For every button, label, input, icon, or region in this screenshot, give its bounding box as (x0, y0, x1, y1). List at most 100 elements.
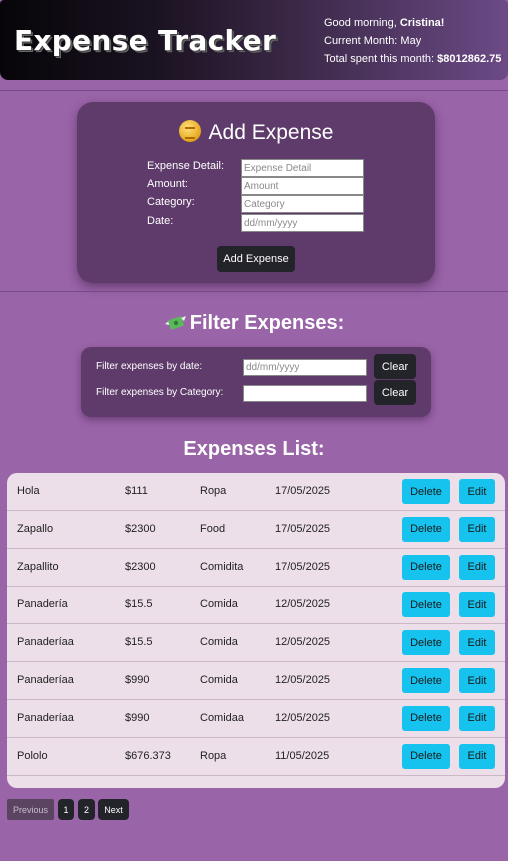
page-1-button[interactable]: 1 (58, 799, 74, 820)
user-name: Cristina! (399, 17, 445, 29)
date-label: Date: (147, 215, 174, 227)
table-row: Zapallito $2300 Comidita 17/05/2025 Delete Ed… (7, 549, 505, 587)
next-page-button[interactable]: Next (98, 799, 129, 820)
divider (0, 291, 508, 292)
expense-date: 12/05/2025 (275, 674, 331, 686)
user-summary: Good morning, Cristina! Current Month: M… (324, 14, 504, 68)
filter-category-input[interactable] (243, 385, 367, 402)
add-expense-title: Add Expense (208, 121, 334, 144)
delete-button[interactable]: Delete (402, 554, 450, 580)
expense-date: 17/05/2025 (275, 560, 331, 573)
clear-date-filter-button[interactable]: Clear (374, 354, 416, 379)
form-row-date: Date: (147, 214, 367, 232)
expenses-list-title: Expenses List: (183, 438, 325, 460)
expense-category: Ropa (200, 485, 227, 497)
amount-input[interactable] (241, 177, 364, 195)
greeting-text: Good morning, (324, 17, 400, 29)
edit-button[interactable]: Edit (459, 743, 495, 769)
expense-detail-input[interactable] (241, 159, 364, 177)
delete-button[interactable]: Delete (402, 630, 450, 656)
previous-page-button[interactable]: Previous (7, 799, 54, 820)
expense-amount: $15.5 (125, 636, 153, 649)
table-row: Panaderíaa $990 Comida 12/05/2025 Delete Edit (7, 662, 505, 700)
add-expense-button[interactable]: Add Expense (217, 246, 295, 272)
category-label: Category: (147, 196, 195, 208)
divider (0, 90, 508, 91)
edit-button[interactable]: Edit (459, 554, 495, 580)
expense-date: 12/05/2025 (275, 711, 331, 724)
add-expense-card: Add Expense Expense Detail: Amount: Cate… (77, 102, 435, 283)
expense-detail: Panaderíaa (17, 711, 74, 724)
clear-category-filter-button[interactable]: Clear (374, 380, 416, 405)
expense-amount: $2300 (125, 560, 156, 573)
date-input[interactable] (241, 214, 364, 232)
table-row: Panaderíaa $15.5 Comida 12/05/2025 Delete Edi… (7, 624, 505, 663)
edit-button[interactable]: Edit (459, 592, 495, 618)
expense-amount: $990 (125, 711, 150, 724)
expense-date: 12/05/2025 (275, 636, 331, 649)
app-title: Expense Tracker (14, 24, 277, 57)
delete-button[interactable]: Delete (402, 592, 450, 618)
expense-category: Comida (200, 674, 238, 686)
app-header: Expense Tracker Good morning, Cristina! … (0, 0, 508, 80)
expense-date: 12/05/2025 (275, 598, 331, 611)
category-input[interactable] (241, 195, 364, 213)
money-with-wings-icon (164, 316, 186, 330)
filter-heading: Filter Expenses: (0, 312, 508, 335)
filter-date-label: Filter expenses by date: (96, 361, 203, 372)
total-spent: Total spent this month: $8012862.75 (324, 50, 504, 68)
expense-category: Ropa (200, 749, 227, 762)
filter-card: Filter expenses by date: Clear Filter ex… (81, 347, 431, 417)
expense-amount: $15.5 (125, 598, 153, 611)
delete-button[interactable]: Delete (402, 705, 450, 731)
delete-button[interactable]: Delete (402, 479, 450, 504)
table-row: Panaderíaa $990 Comidaa 12/05/2025 Delete Edi… (7, 700, 505, 738)
add-expense-heading: Add Expense (77, 120, 435, 145)
expense-amount: $111 (125, 485, 148, 497)
expense-category: Comidita (200, 560, 244, 573)
expense-category: Comidaa (200, 711, 245, 724)
expense-date: 11/05/2025 (275, 749, 330, 762)
page-2-button[interactable]: 2 (78, 799, 95, 820)
filter-date-input[interactable] (243, 359, 367, 376)
form-row-amount: Amount: (147, 177, 367, 195)
edit-button[interactable]: Edit (459, 479, 495, 504)
form-row-detail: Expense Detail: (147, 159, 367, 177)
edit-button[interactable]: Edit (459, 705, 495, 731)
total-label: Total spent this month: (324, 53, 438, 65)
expense-category: Comida (200, 598, 238, 611)
delete-button[interactable]: Delete (402, 743, 450, 769)
edit-button[interactable]: Edit (459, 516, 495, 542)
expenses-table: Hola $111 Ropa 17/05/2025 Delete Edit Zapallo $… (7, 473, 505, 788)
delete-button[interactable]: Delete (402, 668, 450, 693)
expense-detail: Panaderíaa (17, 674, 74, 686)
expense-amount: $2300 (125, 522, 156, 535)
filter-category-label: Filter expenses by Category: (96, 387, 224, 398)
edit-button[interactable]: Edit (459, 668, 495, 693)
filter-title: Filter Expenses: (189, 312, 345, 334)
expense-detail: Panadería (17, 598, 68, 611)
expense-detail: Panaderíaa (17, 636, 74, 649)
current-month: Current Month: May (324, 35, 422, 47)
expense-detail: Hola (17, 485, 40, 497)
table-row: Pololo $676.373 Ropa 11/05/2025 Delete Edit (7, 738, 505, 776)
expense-detail: Zapallito (17, 560, 59, 573)
form-row-category: Category: (147, 195, 367, 213)
expense-category: Food (200, 522, 226, 535)
expense-category: Comida (200, 636, 238, 649)
expense-amount: $990 (125, 674, 150, 686)
expense-date: 17/05/2025 (275, 522, 331, 535)
greeting-line: Good morning, Cristina! (324, 14, 504, 32)
amount-label: Amount: (147, 178, 188, 190)
table-row: Zapallo $2300 Food 17/05/2025 Delete Edit (7, 511, 505, 549)
expense-detail-label: Expense Detail: (147, 160, 225, 172)
expense-detail: Pololo (17, 749, 48, 762)
table-row: Hola $111 Ropa 17/05/2025 Delete Edit (7, 473, 505, 511)
delete-button[interactable]: Delete (402, 516, 450, 542)
edit-button[interactable]: Edit (459, 630, 495, 656)
coin-icon (178, 120, 201, 142)
expense-detail: Zapallo (17, 522, 54, 535)
table-row: Panadería $15.5 Comida 12/05/2025 Delete Edit (7, 586, 505, 625)
total-value: $8012862.75 (437, 53, 502, 65)
expense-date: 17/05/2025 (275, 485, 331, 497)
